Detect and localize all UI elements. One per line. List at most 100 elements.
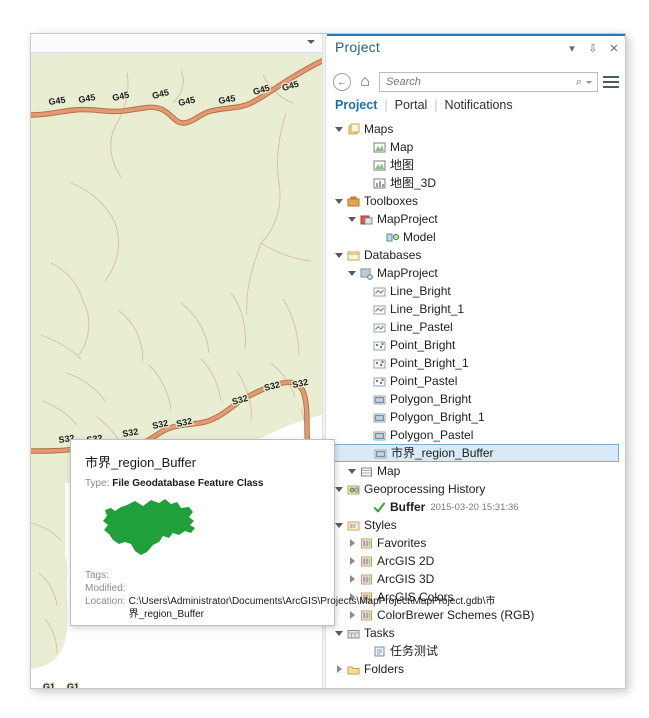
task-item-icon	[371, 643, 387, 659]
tree-item-line-bright[interactable]: Line_Bright	[327, 282, 625, 300]
tree-item-buffer[interactable]: Buffer 2015-03-20 15:31:36	[327, 498, 625, 516]
tab-portal[interactable]: Portal	[388, 98, 435, 112]
geodatabase-icon	[358, 265, 374, 281]
point-feature-icon	[371, 355, 387, 371]
expand-arrow-open-icon[interactable]	[333, 246, 345, 264]
model-icon	[384, 229, 400, 245]
expand-arrow-closed-icon[interactable]	[346, 552, 358, 570]
tree-item-mapproject[interactable]: MapProject	[327, 210, 625, 228]
info-card-location-row: Location: C:\Users\Administrator\Documen…	[85, 595, 495, 621]
databases-folder-icon	[345, 247, 361, 263]
home-icon[interactable]: ⌂	[356, 73, 374, 91]
tab-project[interactable]: Project	[335, 98, 384, 112]
tasks-folder-icon	[345, 625, 361, 641]
menu-icon[interactable]	[603, 75, 619, 89]
info-card-type-value: File Geodatabase Feature Class	[112, 478, 264, 489]
panel-title-row: Project ▾ ⇩ ✕	[327, 36, 625, 64]
tree-item-geoprocessing-history[interactable]: Geoprocessing History	[327, 480, 625, 498]
tree-item-point-pastel[interactable]: Point_Pastel	[327, 372, 625, 390]
panel-search-row: ← ⌂ ⌕	[327, 68, 625, 96]
tree-item-[interactable]: 地图	[327, 156, 625, 174]
point-feature-icon	[371, 337, 387, 353]
tree-item-label: Point_Pastel	[390, 374, 458, 388]
tree-item-map[interactable]: Map	[327, 138, 625, 156]
tree-item-point-bright[interactable]: Point_Bright	[327, 336, 625, 354]
tree-item-arcgis-2d[interactable]: ArcGIS 2D	[327, 552, 625, 570]
info-card-title: 市界_region_Buffer	[85, 455, 197, 470]
tree-item-label: Geoprocessing History	[364, 482, 486, 496]
search-icon[interactable]: ⌕	[576, 76, 582, 89]
tree-item-region-buffer[interactable]: 市界_region_Buffer	[327, 444, 619, 462]
search-box[interactable]: ⌕	[379, 72, 598, 92]
arcgis-pro-window: G45 G45 G45 G45 G45 G45 G45 G45 G45 G45 G45 G45 G45 G…	[0, 0, 649, 718]
tree-item-label: ArcGIS 2D	[377, 554, 435, 568]
map-view-topbar[interactable]	[31, 34, 322, 53]
tree-item-line-pastel[interactable]: Line_Pastel	[327, 318, 625, 336]
item-info-card: 市界_region_Buffer Type: File Geodatabase …	[70, 439, 495, 626]
tree-item-label: Styles	[364, 518, 397, 532]
back-button[interactable]: ←	[333, 73, 351, 91]
search-input[interactable]	[384, 74, 576, 90]
tree-item-polygon-bright-1[interactable]: Polygon_Bright_1	[327, 408, 625, 426]
info-card-type-label: Type:	[85, 478, 110, 489]
tree-item-line-bright-1[interactable]: Line_Bright_1	[327, 300, 625, 318]
expand-arrow-open-icon[interactable]	[333, 192, 345, 210]
search-options-caret-icon[interactable]	[586, 80, 592, 84]
tree-item-label: Tasks	[364, 626, 395, 640]
tree-item-databases[interactable]: Databases	[327, 246, 625, 264]
expand-arrow-open-icon[interactable]	[346, 462, 358, 480]
tree-item-favorites[interactable]: Favorites	[327, 534, 625, 552]
tree-item-mapproject[interactable]: MapProject	[327, 264, 625, 282]
history-folder-icon	[345, 481, 361, 497]
tree-item-label: MapProject	[377, 212, 438, 226]
tree-item-label: Point_Bright	[390, 338, 456, 352]
tree-item-3d[interactable]: 地图_3D	[327, 174, 625, 192]
road-label: G1	[43, 682, 55, 688]
folders-icon	[345, 661, 361, 677]
info-card-modified-row: Modified:	[85, 582, 320, 595]
info-card-location-value: C:\Users\Administrator\Documents\ArcGIS\…	[128, 596, 496, 620]
panel-title: Project	[335, 39, 380, 55]
tree-item-maps[interactable]: Maps	[327, 120, 625, 138]
expand-arrow-open-icon[interactable]	[346, 210, 358, 228]
project-panel: Project ▾ ⇩ ✕ ← ⌂ ⌕	[327, 34, 625, 688]
tree-item-[interactable]: 任务测试	[327, 642, 625, 660]
tree-item-point-bright-1[interactable]: Point_Bright_1	[327, 354, 625, 372]
pin-icon[interactable]: ⇩	[586, 42, 600, 56]
caret-down-icon[interactable]	[307, 40, 315, 44]
tree-item-label: Line_Bright_1	[390, 302, 465, 316]
expand-arrow-open-icon[interactable]	[346, 264, 358, 282]
tree-item-polygon-pastel[interactable]: Polygon_Pastel	[327, 426, 625, 444]
tree-item-arcgis-3d[interactable]: ArcGIS 3D	[327, 570, 625, 588]
toolbox-icon	[358, 211, 374, 227]
tree-item-model[interactable]: Model	[327, 228, 625, 246]
application-window: G45 G45 G45 G45 G45 G45 G45 G45 G45 G45 G45 G45 G45 G…	[30, 33, 626, 689]
styles-folder-icon	[345, 517, 361, 533]
maps-folder-icon	[345, 121, 361, 137]
expand-arrow-open-icon[interactable]	[333, 120, 345, 138]
table-icon	[358, 463, 374, 479]
tree-item-map[interactable]: Map	[327, 462, 625, 480]
toolbox-folder-icon	[345, 193, 361, 209]
expand-arrow-open-icon[interactable]	[333, 624, 345, 642]
expand-arrow-closed-icon[interactable]	[346, 570, 358, 588]
close-icon[interactable]: ✕	[607, 42, 621, 56]
tree-item-label: Polygon_Bright	[390, 392, 472, 406]
expand-arrow-closed-icon[interactable]	[346, 534, 358, 552]
dropdown-icon[interactable]: ▾	[565, 42, 579, 56]
polygon-feature-icon	[371, 409, 387, 425]
expand-arrow-closed-icon[interactable]	[333, 660, 345, 678]
tree-item-folders[interactable]: Folders	[327, 660, 625, 678]
tab-notifications[interactable]: Notifications	[438, 98, 520, 112]
road-label: G1	[67, 682, 79, 688]
tree-item-styles[interactable]: Styles	[327, 516, 625, 534]
tree-item-tasks[interactable]: Tasks	[327, 624, 625, 642]
tree-item-polygon-bright[interactable]: Polygon_Bright	[327, 390, 625, 408]
tree-item-toolboxes[interactable]: Toolboxes	[327, 192, 625, 210]
